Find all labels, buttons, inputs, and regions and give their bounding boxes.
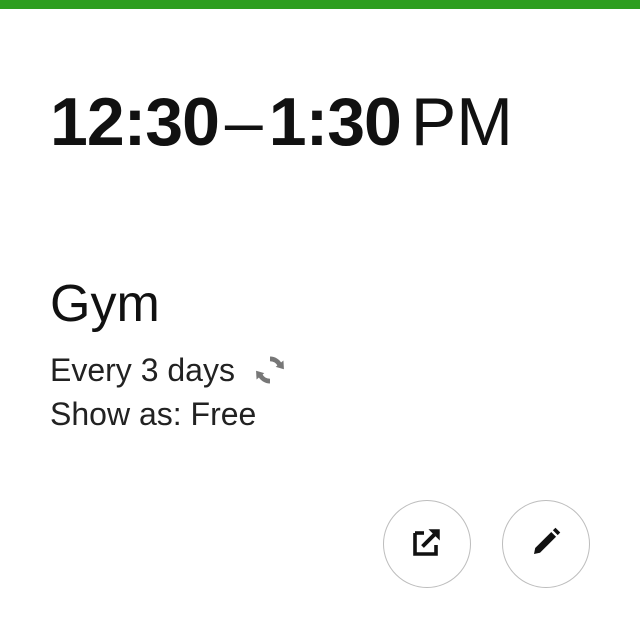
pencil-icon xyxy=(528,524,564,565)
event-time-range: 12:30–1:30 PM xyxy=(50,82,513,162)
open-event-button[interactable] xyxy=(383,500,471,588)
end-time: 1:30 xyxy=(268,84,402,160)
start-time: 12:30 xyxy=(50,84,220,160)
open-external-icon xyxy=(409,524,445,565)
repeat-icon xyxy=(251,351,289,389)
edit-event-button[interactable] xyxy=(502,500,590,588)
event-title: Gym xyxy=(50,275,160,333)
time-separator: – xyxy=(224,84,263,160)
time-period: PM xyxy=(410,84,513,160)
calendar-color-bar xyxy=(0,0,640,9)
recurrence-row: Every 3 days xyxy=(50,350,289,390)
availability-status: Show as: Free xyxy=(50,396,257,432)
recurrence-text: Every 3 days xyxy=(50,351,235,388)
